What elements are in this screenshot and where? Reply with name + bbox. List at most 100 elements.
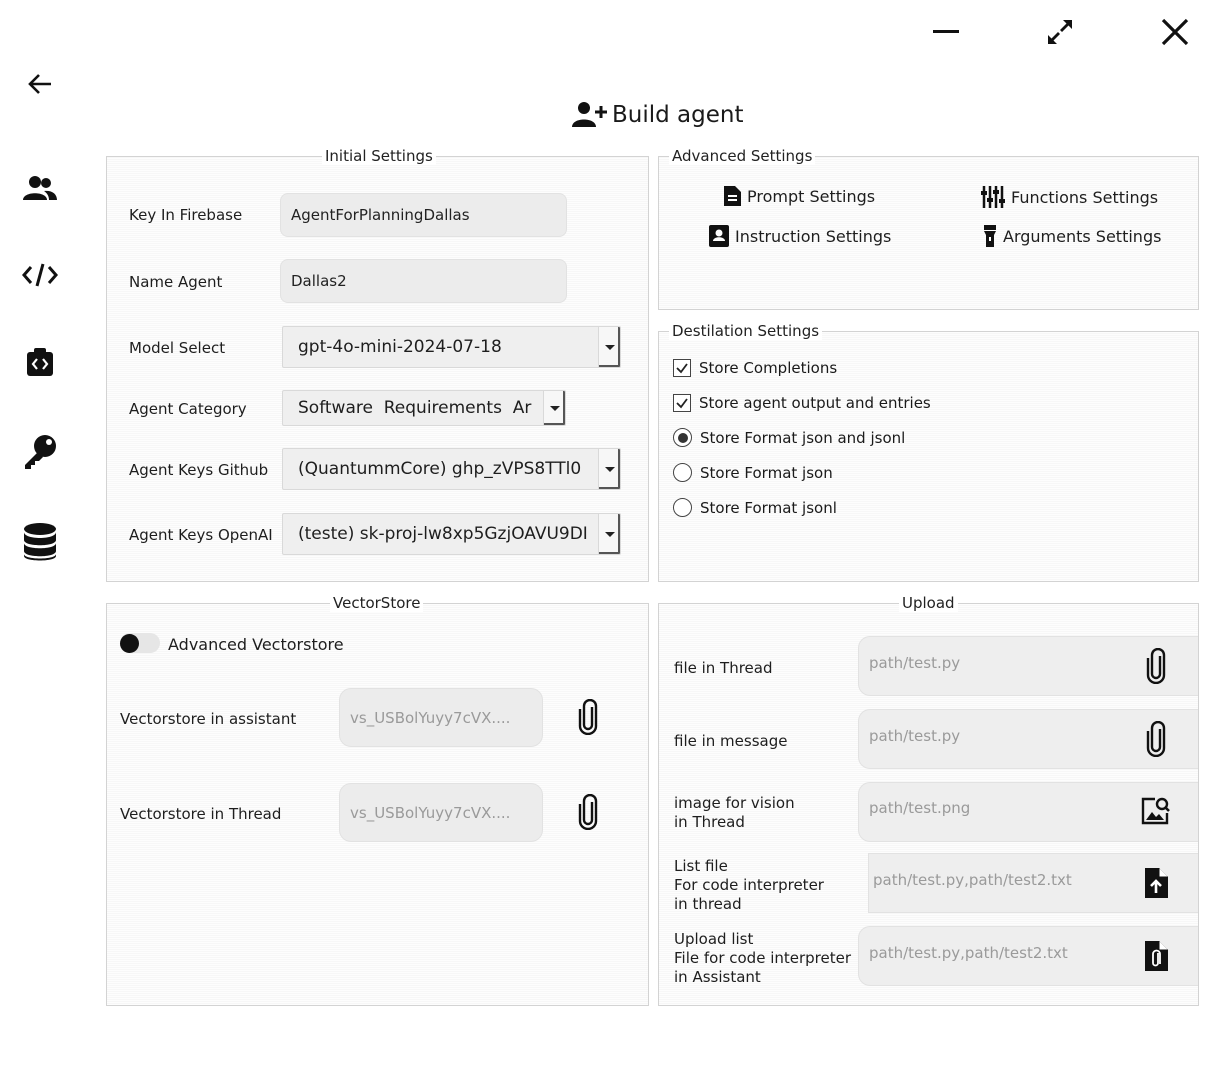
functions-settings-label: Functions Settings [1011,187,1159,207]
document-icon [724,186,741,206]
agent-keys-openai-label: Agent Keys OpenAI [129,526,273,544]
agent-keys-github-value: (QuantummCore) ghp_zVPS8TTl0 [298,459,582,479]
minimize-icon [933,30,959,33]
key-icon [25,435,56,469]
list-thread-label: List file For code interpreter in thread [674,857,824,913]
vectorstore-thread-input[interactable]: vs_USBolYuyy7cVX.... [339,783,543,842]
checkbox-box [673,359,691,377]
format-json-jsonl-radio[interactable]: Store Format json and jsonl [673,428,905,447]
chevron-down-icon [598,449,620,489]
image-vision-placeholder: path/test.png [869,799,971,817]
format-json-label: Store Format json [700,463,833,482]
checkbox-box [673,394,691,412]
sidebar-item-code[interactable] [18,253,62,297]
agent-keys-openai-value: (teste) sk-proj-lw8xp5GzjOAVU9DI [298,524,588,544]
list-thread-placeholder: path/test.py,path/test2.txt [873,871,1072,889]
vectorstore-assistant-label: Vectorstore in assistant [120,710,297,728]
functions-settings-button[interactable]: Functions Settings [980,185,1158,209]
toggle-knob [120,634,139,653]
radio-circle [673,463,692,482]
name-agent-label: Name Agent [129,273,223,291]
file-message-attach-button[interactable] [1140,719,1172,759]
format-json-radio[interactable]: Store Format json [673,463,833,482]
list-thread-upload-button[interactable] [1140,863,1172,903]
agent-keys-github-label: Agent Keys Github [129,461,269,479]
vectorstore-thread-label: Vectorstore in Thread [120,805,282,823]
store-output-checkbox[interactable]: Store agent output and entries [673,394,931,412]
back-arrow-icon [28,74,51,94]
instruction-settings-button[interactable]: Instruction Settings [708,224,891,248]
page-title-text: Build agent [612,102,744,128]
vectorstore-title: VectorStore [330,594,424,612]
arguments-settings-button[interactable]: Arguments Settings [982,224,1161,248]
vectorstore-assistant-input[interactable]: vs_USBolYuyy7cVX.... [339,688,543,747]
chevron-down-icon [598,514,620,554]
file-upload-icon [1145,868,1168,898]
agent-category-dropdown[interactable]: Software Requirements Ar [282,390,566,426]
advanced-vectorstore-toggle[interactable] [120,633,160,653]
model-select-dropdown[interactable]: gpt-4o-mini-2024-07-18 [282,326,621,368]
list-assistant-attach-button[interactable] [1140,936,1172,976]
image-search-icon [1141,797,1170,825]
file-thread-label: file in Thread [674,659,773,677]
chevron-down-icon [543,391,565,425]
upload-title: Upload [899,594,958,612]
prompt-settings-label: Prompt Settings [747,186,876,206]
paperclip-icon [1146,648,1166,684]
sidebar-item-keys[interactable] [18,430,62,474]
format-jsonl-radio[interactable]: Store Format jsonl [673,498,837,517]
flashlight-icon [984,225,996,247]
radio-dot [677,432,688,443]
paperclip-icon [578,699,598,735]
sliders-icon [981,186,1005,208]
file-attachment-icon [1145,941,1168,971]
name-agent-value: Dallas2 [291,272,347,290]
file-thread-placeholder: path/test.py [869,654,961,672]
advanced-vectorstore-label: Advanced Vectorstore [168,635,344,654]
key-firebase-input[interactable]: AgentForPlanningDallas [280,193,567,237]
sidebar-item-code-file[interactable] [18,340,62,384]
arguments-settings-label: Arguments Settings [1003,226,1162,246]
database-icon [24,523,56,561]
close-button[interactable] [1155,12,1195,52]
user-plus-icon [572,102,607,127]
page-title: Build agent [572,98,744,132]
vectorstore-thread-placeholder: vs_USBolYuyy7cVX.... [350,803,511,822]
name-agent-input[interactable]: Dallas2 [280,259,567,303]
sidebar-item-users[interactable] [18,167,62,211]
check-icon [676,398,688,409]
radio-circle [673,498,692,517]
minimize-button[interactable] [926,12,966,52]
initial-settings-title: Initial Settings [322,147,436,165]
paperclip-icon [1146,721,1166,757]
file-thread-attach-button[interactable] [1140,646,1172,686]
users-icon [23,176,57,200]
maximize-button[interactable] [1040,12,1080,52]
vectorstore-assistant-attach-button[interactable] [572,697,604,737]
sidebar-item-database[interactable] [18,520,62,564]
back-button[interactable] [18,62,62,106]
list-assistant-label: Upload list File for code interpreter in… [674,930,852,986]
expand-icon [1048,20,1072,44]
vectorstore-assistant-placeholder: vs_USBolYuyy7cVX.... [350,708,511,727]
paperclip-icon [578,794,598,830]
code-icon [22,263,58,287]
check-icon [676,363,688,374]
agent-keys-openai-dropdown[interactable]: (teste) sk-proj-lw8xp5GzjOAVU9DI [282,513,621,555]
agent-category-value: Software Requirements Ar [298,398,532,418]
agent-category-label: Agent Category [129,400,247,418]
instruction-settings-label: Instruction Settings [735,226,892,246]
advanced-settings-title: Advanced Settings [669,147,816,165]
vectorstore-thread-attach-button[interactable] [572,792,604,832]
prompt-settings-button[interactable]: Prompt Settings [722,185,875,207]
key-firebase-value: AgentForPlanningDallas [291,206,470,224]
image-vision-label: image for vision in Thread [674,794,795,831]
image-vision-attach-button[interactable] [1139,791,1171,831]
code-file-icon [27,348,53,376]
model-select-value: gpt-4o-mini-2024-07-18 [298,337,502,357]
store-completions-checkbox[interactable]: Store Completions [673,359,837,377]
key-firebase-label: Key In Firebase [129,206,243,224]
store-output-label: Store agent output and entries [699,394,931,412]
agent-keys-github-dropdown[interactable]: (QuantummCore) ghp_zVPS8TTl0 [282,448,621,490]
file-message-placeholder: path/test.py [869,727,961,745]
